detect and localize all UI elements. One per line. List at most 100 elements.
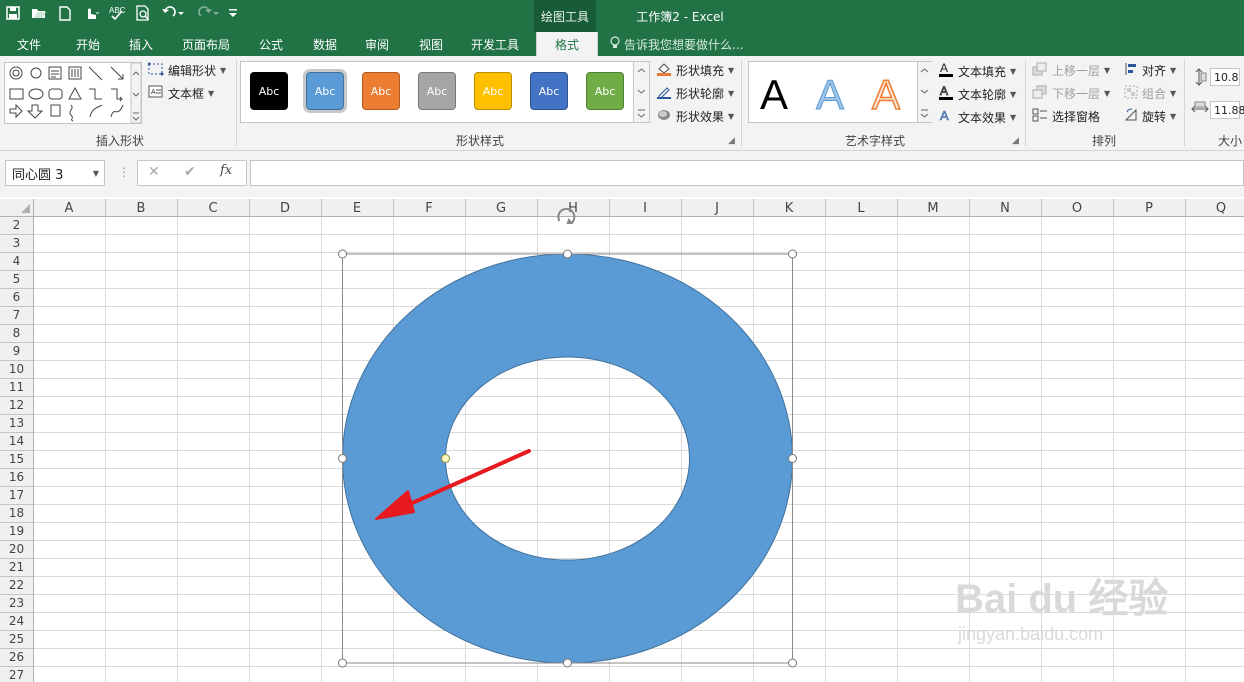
shape-style-swatch[interactable]: Abc: [474, 72, 512, 110]
row-header[interactable]: 10: [9, 362, 24, 376]
resize-handle[interactable]: [338, 658, 347, 668]
shape-style-swatch[interactable]: Abc: [250, 72, 288, 110]
shape-style-swatch[interactable]: Abc: [418, 72, 456, 110]
resize-handle[interactable]: [788, 454, 797, 463]
row-header[interactable]: 3: [13, 236, 21, 250]
shape-effects-button[interactable]: 形状效果 ▼: [656, 108, 734, 125]
text-box-button[interactable]: A 文本框 ▼: [148, 85, 214, 102]
resize-handle[interactable]: [563, 658, 572, 668]
column-header[interactable]: Q: [1216, 201, 1226, 216]
row-header[interactable]: 12: [9, 398, 24, 412]
row-header[interactable]: 26: [9, 650, 24, 664]
shape-fill-button[interactable]: 形状填充 ▼: [656, 62, 734, 79]
customize-qat-icon[interactable]: [224, 1, 242, 25]
redo-icon[interactable]: [190, 1, 224, 25]
row-header[interactable]: 24: [9, 614, 24, 628]
tab-data[interactable]: 数据: [302, 32, 348, 56]
shape-style-swatch[interactable]: Abc: [530, 72, 568, 110]
tab-view[interactable]: 视图: [408, 32, 454, 56]
cancel-icon[interactable]: ✕: [148, 164, 160, 180]
column-header[interactable]: A: [65, 201, 74, 216]
shapes-gallery[interactable]: [4, 62, 142, 124]
new-file-icon[interactable]: [52, 1, 78, 25]
shape-styles-scroll[interactable]: [633, 62, 649, 122]
text-fill-button[interactable]: A 文本填充 ▼: [938, 61, 1016, 80]
selection-pane-button[interactable]: 选择窗格: [1032, 108, 1100, 125]
open-icon[interactable]: [26, 1, 52, 25]
formula-input[interactable]: [250, 160, 1244, 186]
row-header[interactable]: 5: [13, 272, 21, 286]
column-header[interactable]: P: [1145, 201, 1153, 216]
row-header[interactable]: 2: [13, 218, 21, 232]
column-header[interactable]: M: [927, 201, 938, 216]
column-header[interactable]: I: [643, 201, 647, 216]
row-header[interactable]: 19: [9, 524, 24, 538]
formula-bar-splitter[interactable]: ⋮: [118, 165, 130, 179]
column-header[interactable]: G: [496, 201, 506, 216]
resize-handle[interactable]: [338, 249, 347, 259]
row-header[interactable]: 4: [13, 254, 21, 268]
row-header[interactable]: 20: [9, 542, 24, 556]
shape-style-swatch[interactable]: Abc: [303, 69, 347, 113]
save-icon[interactable]: [0, 1, 26, 25]
resize-handle[interactable]: [563, 249, 572, 259]
row-header[interactable]: 15: [9, 452, 24, 466]
resize-handle[interactable]: [338, 454, 347, 463]
column-header[interactable]: E: [353, 201, 361, 216]
row-header[interactable]: 8: [13, 326, 21, 340]
tell-me-box[interactable]: 告诉我您想要做什么...: [610, 32, 743, 56]
column-header[interactable]: K: [785, 201, 794, 216]
tab-developer[interactable]: 开发工具: [460, 32, 530, 56]
column-header[interactable]: B: [137, 201, 146, 216]
dialog-launcher-icon[interactable]: ◢: [1012, 136, 1019, 146]
dialog-launcher-icon[interactable]: ◢: [728, 136, 735, 146]
shape-style-swatch[interactable]: Abc: [586, 72, 624, 110]
row-header[interactable]: 18: [9, 506, 24, 520]
row-header[interactable]: 11: [9, 380, 24, 394]
resize-handle[interactable]: [788, 658, 797, 668]
text-effects-button[interactable]: A 文本效果 ▼: [938, 108, 1016, 126]
row-header[interactable]: 23: [9, 596, 24, 610]
send-backward-button[interactable]: 下移一层 ▼: [1032, 85, 1110, 102]
spelling-icon[interactable]: ABC: [104, 1, 130, 25]
row-header[interactable]: 22: [9, 578, 24, 592]
rotate-button[interactable]: 旋转 ▼: [1124, 108, 1176, 125]
shape-style-swatch[interactable]: Abc: [362, 72, 400, 110]
column-header[interactable]: C: [208, 201, 217, 216]
undo-icon[interactable]: [156, 1, 190, 25]
wordart-scroll[interactable]: [917, 62, 932, 122]
edit-shape-button[interactable]: 编辑形状 ▼: [147, 62, 226, 79]
row-header[interactable]: 27: [9, 668, 24, 682]
shapes-gallery-icons[interactable]: [5, 62, 142, 124]
donut-shape[interactable]: [341, 253, 794, 664]
row-header[interactable]: 9: [13, 344, 21, 358]
tab-home[interactable]: 开始: [62, 32, 114, 56]
shape-height-input[interactable]: 10.8: [1210, 68, 1240, 86]
name-box[interactable]: 同心圆 3 ▼: [5, 160, 105, 186]
shape-layer[interactable]: [338, 207, 797, 668]
column-header[interactable]: D: [280, 201, 290, 216]
enter-icon[interactable]: ✔: [184, 164, 196, 180]
row-header[interactable]: 16: [9, 470, 24, 484]
row-header[interactable]: 14: [9, 434, 24, 448]
group-button[interactable]: 组合 ▼: [1124, 85, 1176, 102]
tab-formulas[interactable]: 公式: [248, 32, 294, 56]
chevron-down-icon[interactable]: ▼: [93, 169, 99, 178]
shape-outline-button[interactable]: 形状轮廓 ▼: [656, 85, 734, 102]
tab-format[interactable]: 格式: [536, 32, 598, 56]
tab-page-layout[interactable]: 页面布局: [172, 32, 240, 56]
row-header[interactable]: 21: [9, 560, 24, 574]
tab-review[interactable]: 审阅: [354, 32, 400, 56]
row-header[interactable]: 7: [13, 308, 21, 322]
resize-handle[interactable]: [788, 249, 797, 259]
column-header[interactable]: O: [1072, 201, 1082, 216]
row-header[interactable]: 25: [9, 632, 24, 646]
row-header[interactable]: 17: [9, 488, 24, 502]
text-outline-button[interactable]: A 文本轮廓 ▼: [938, 84, 1016, 103]
column-header[interactable]: J: [714, 201, 719, 216]
column-header[interactable]: N: [1000, 201, 1010, 216]
wordart-style-black[interactable]: A: [760, 74, 788, 116]
shape-width-input[interactable]: 11.88: [1210, 101, 1244, 119]
row-header[interactable]: 6: [13, 290, 21, 304]
print-preview-icon[interactable]: [130, 1, 156, 25]
